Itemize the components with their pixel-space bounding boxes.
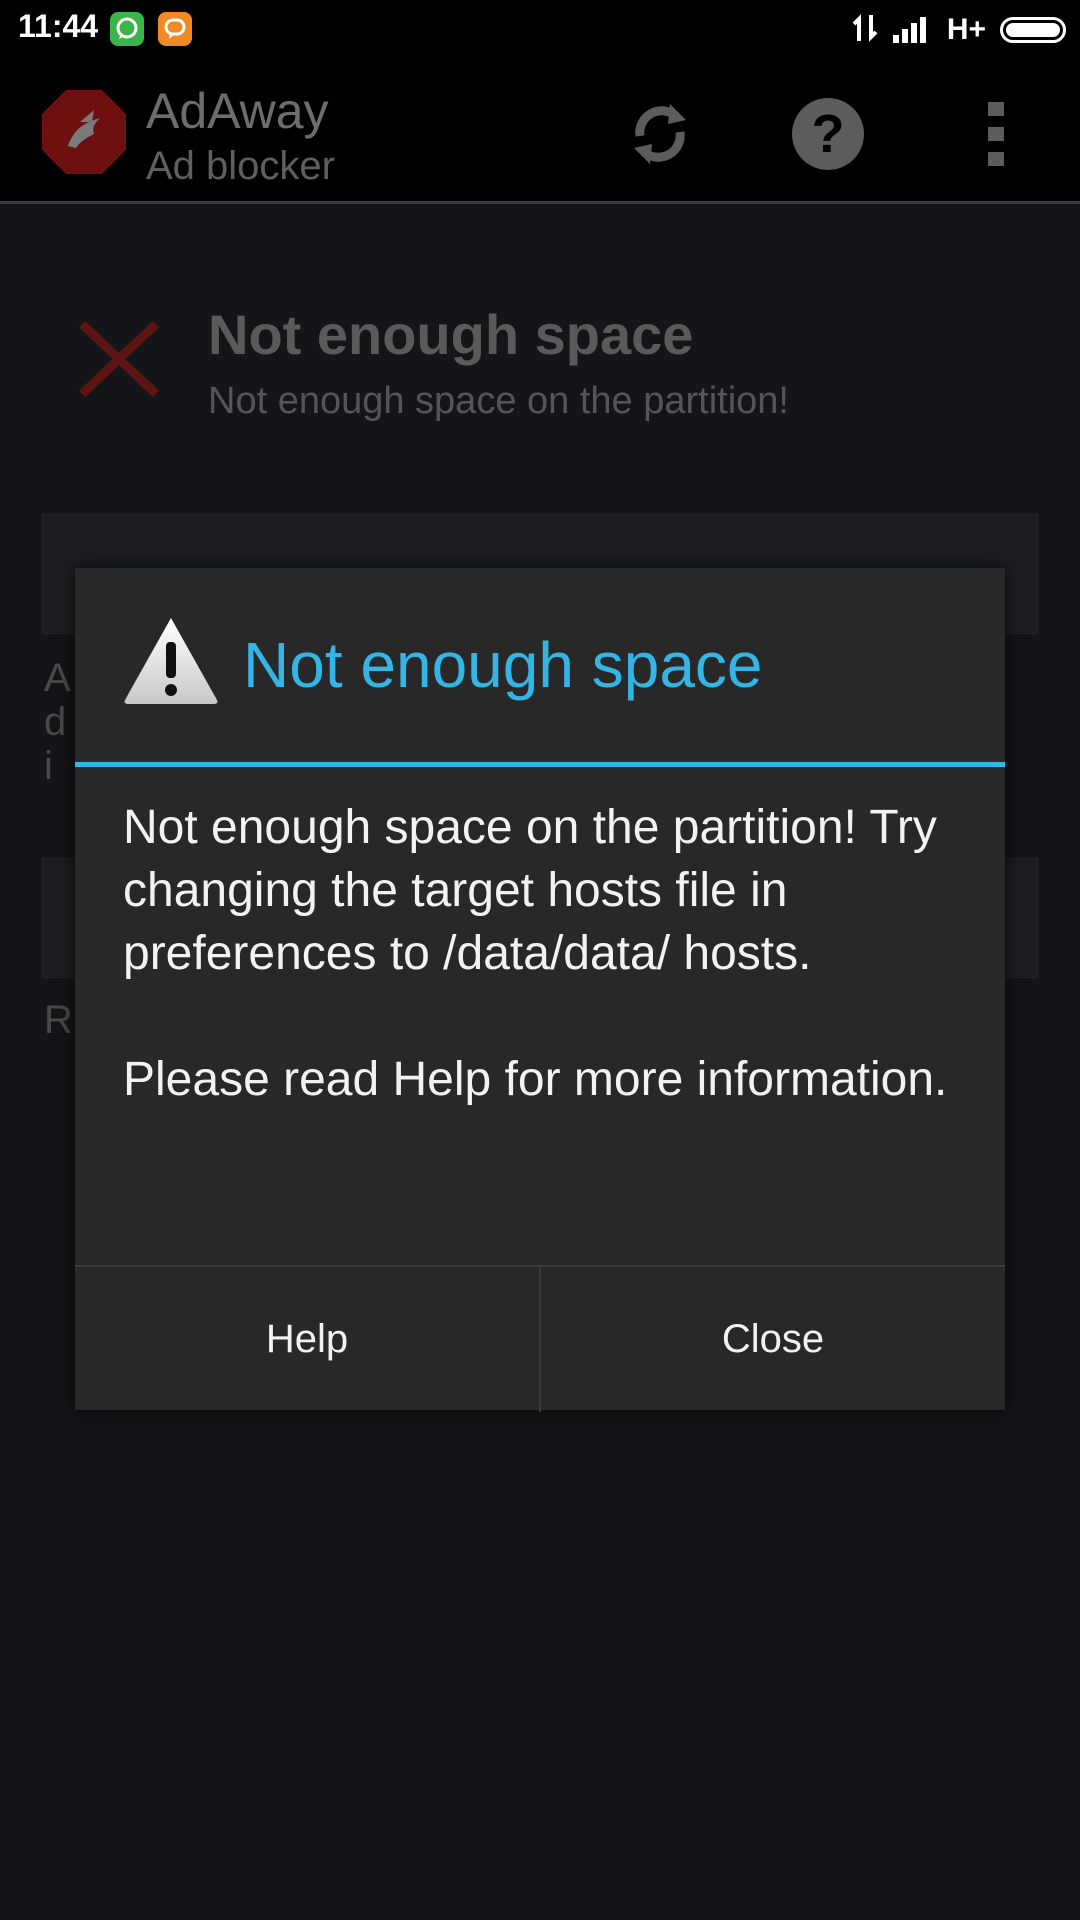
app-title: AdAway xyxy=(146,83,329,139)
refresh-icon[interactable] xyxy=(620,94,700,174)
dialog-message-main: Not enough space on the partition! Try c… xyxy=(123,801,937,980)
warning-icon xyxy=(121,614,221,706)
battery-icon xyxy=(1000,17,1066,43)
alert-dialog: Not enough space Not enough space on the… xyxy=(75,568,1005,1412)
dialog-title: Not enough space xyxy=(243,629,763,701)
whatsapp-icon xyxy=(110,12,144,46)
action-bar: AdAway Ad blocker ? xyxy=(0,60,1080,204)
status-icons: H+ xyxy=(851,8,1066,52)
dialog-button-bar: Help Close xyxy=(75,1265,1005,1412)
status-subtitle: Not enough space on the partition! xyxy=(208,380,789,422)
status-card: Not enough space Not enough space on the… xyxy=(40,290,1040,440)
overflow-menu-icon[interactable] xyxy=(976,94,1016,174)
dialog-header: Not enough space xyxy=(75,568,1005,767)
dialog-message-help: Please read Help for more information. xyxy=(123,1053,948,1106)
data-transfer-icon xyxy=(851,11,879,49)
background-text-a: Adi xyxy=(44,656,71,788)
chat-bubble-icon xyxy=(158,12,192,46)
clock: 11:44 xyxy=(18,8,99,44)
background-text-r: R xyxy=(44,998,73,1042)
dialog-message: Not enough space on the partition! Try c… xyxy=(123,796,973,1111)
signal-icon xyxy=(892,13,933,47)
status-bar: 11:44 H+ xyxy=(0,0,1080,60)
status-title: Not enough space xyxy=(208,303,694,366)
network-type: H+ xyxy=(946,13,986,46)
app-subtitle: Ad blocker xyxy=(146,144,335,188)
close-button[interactable]: Close xyxy=(539,1267,1005,1412)
app-logo-icon xyxy=(40,88,128,176)
help-button[interactable]: Help xyxy=(75,1267,539,1412)
error-x-icon xyxy=(76,316,162,402)
svg-text:?: ? xyxy=(812,104,845,164)
help-icon[interactable]: ? xyxy=(788,94,868,174)
